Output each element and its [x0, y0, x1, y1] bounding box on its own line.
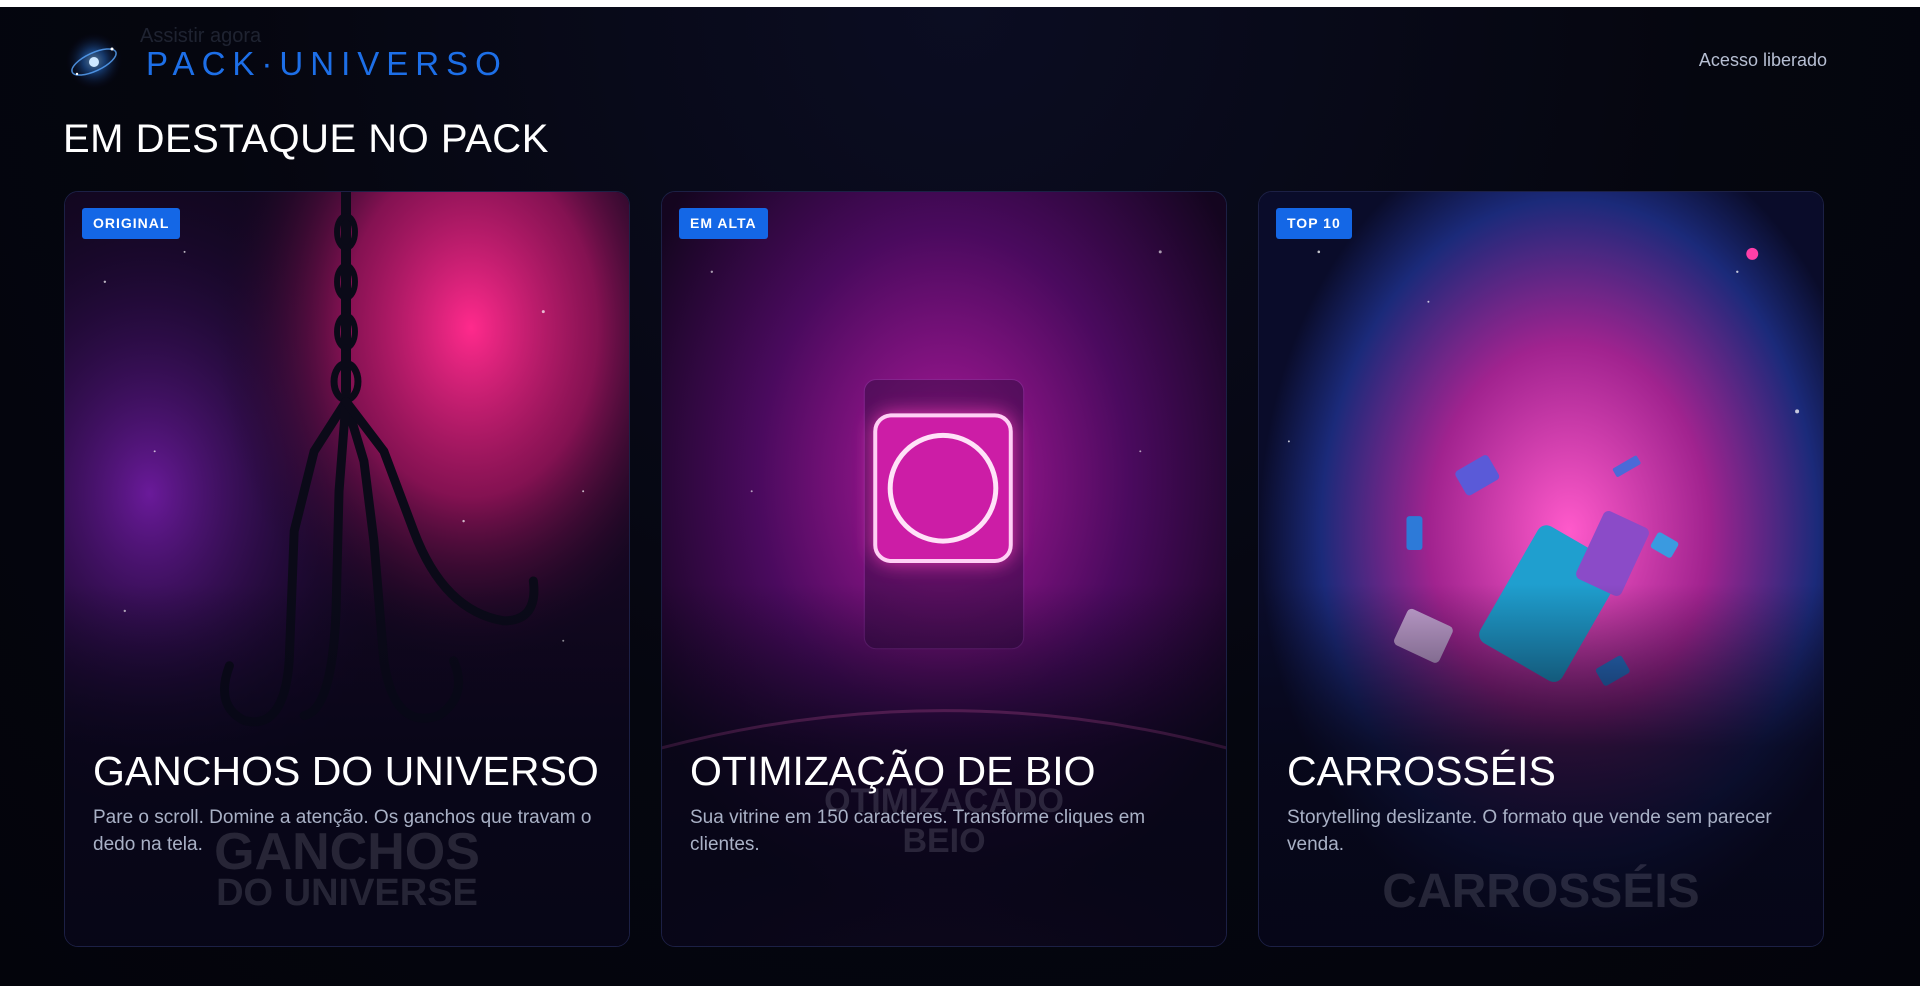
card-title: CARROSSÉIS: [1287, 748, 1556, 794]
browser-top-bar: [0, 0, 1920, 7]
card-title: GANCHOS DO UNIVERSO: [93, 748, 599, 794]
logo-link[interactable]: Assistir agora PACK·UNIVERSO: [62, 25, 501, 89]
card-watermark-line1: CARROSSÉIS: [1382, 865, 1700, 918]
section-title: EM DESTAQUE NO PACK: [63, 117, 549, 161]
badge-em-alta: EM ALTA: [679, 208, 768, 239]
card-otimizacao-bio[interactable]: OTIMIZACADO BEIO EM ALTA OTIMIZAÇÃO DE B…: [661, 191, 1227, 947]
page: Assistir agora PACK·UNIVERSO Acesso libe…: [0, 7, 1920, 986]
card-description: Pare o scroll. Domine a atenção. Os ganc…: [93, 807, 592, 855]
card-description: Storytelling deslizante. O formato que v…: [1287, 807, 1772, 855]
galaxy-logo-icon: [62, 29, 126, 89]
badge-original: ORIGINAL: [82, 208, 181, 239]
card-title: OTIMIZAÇÃO DE BIO: [690, 748, 1096, 794]
badge-top-10: TOP 10: [1276, 208, 1352, 239]
card-carrosseis[interactable]: CARROSSÉIS TOP 10 CARROSSÉIS Storytellin…: [1258, 191, 1824, 947]
access-status-link[interactable]: Acesso liberado: [1699, 50, 1827, 71]
card-watermark-line2: DO UNIVERSE: [216, 872, 478, 914]
site-header: Assistir agora PACK·UNIVERSO Acesso libe…: [0, 7, 1920, 117]
card-description: Sua vitrine em 150 caracteres. Transform…: [690, 807, 1146, 855]
logo-text: PACK·UNIVERSO: [146, 45, 508, 82]
card-ganchos[interactable]: GANCHOS DO UNIVERSE ORIGINAL GANCHOS DO …: [64, 191, 630, 947]
